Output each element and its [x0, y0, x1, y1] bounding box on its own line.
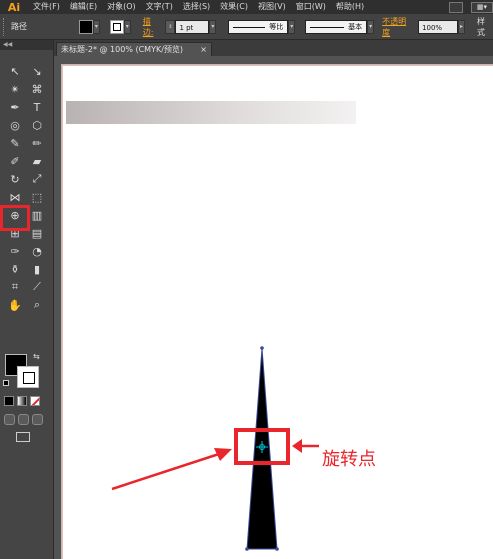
- column-graph-tool-icon[interactable]: ▮: [26, 260, 48, 278]
- menu-bar: Ai 文件(F) 编辑(E) 对象(O) 文字(T) 选择(S) 效果(C) 视…: [0, 0, 493, 14]
- draw-behind-icon[interactable]: [18, 414, 29, 425]
- color-mode-row: [4, 396, 40, 406]
- menu-type[interactable]: 文字(T): [141, 0, 178, 14]
- anchor-point-right[interactable]: [275, 547, 279, 551]
- document-tab[interactable]: 未标题-2* @ 100% (CMYK/预览) ×: [56, 42, 212, 56]
- fill-swatch[interactable]: [78, 19, 93, 34]
- artboard-tool-icon[interactable]: ⌗: [4, 278, 26, 296]
- profile-label: 等比: [269, 22, 284, 31]
- anchor-point-top[interactable]: [260, 346, 264, 350]
- close-icon[interactable]: ×: [200, 43, 207, 56]
- hand-tool-icon[interactable]: ✋: [4, 296, 26, 314]
- menu-edit[interactable]: 编辑(E): [65, 0, 102, 14]
- swap-fill-stroke-icon[interactable]: ⇆: [33, 352, 40, 361]
- toolbox-collapse-icon[interactable]: ◀◀: [0, 40, 53, 50]
- opacity-label[interactable]: 不透明度: [382, 16, 414, 38]
- eraser-tool-icon[interactable]: ▰: [26, 152, 48, 170]
- menu-effect[interactable]: 效果(C): [215, 0, 253, 14]
- draw-normal-icon[interactable]: [4, 414, 15, 425]
- menu-items: 文件(F) 编辑(E) 对象(O) 文字(T) 选择(S) 效果(C) 视图(V…: [28, 0, 369, 14]
- stroke-swatch[interactable]: [109, 19, 124, 34]
- type-tool-icon[interactable]: T: [26, 98, 48, 116]
- anchor-point-left[interactable]: [245, 547, 249, 551]
- magic-wand-tool-icon[interactable]: ✴: [4, 80, 26, 98]
- bridge-icon[interactable]: [449, 1, 463, 13]
- right-arrow-annotation: [292, 439, 319, 453]
- pivot-label: 旋转点: [322, 449, 376, 470]
- document-tab-bar: 未标题-2* @ 100% (CMYK/预览) ×: [54, 40, 493, 56]
- selection-type-label: 路径: [11, 22, 27, 31]
- artwork-layer: [111, 346, 319, 551]
- draw-mode-row: [4, 414, 43, 425]
- pencil-tool-icon[interactable]: ✏: [26, 134, 48, 152]
- width-tool-icon[interactable]: ⋈: [4, 188, 26, 206]
- stroke-label[interactable]: 描边:: [143, 16, 162, 38]
- paintbrush-tool-icon[interactable]: ✎: [4, 134, 26, 152]
- direct-selection-tool-icon[interactable]: ↘: [26, 62, 48, 80]
- none-mode-icon[interactable]: [30, 396, 40, 406]
- draw-inside-icon[interactable]: [32, 414, 43, 425]
- lasso-tool-icon[interactable]: ⌘: [26, 80, 48, 98]
- profile-dropdown-icon[interactable]: ▾: [288, 19, 296, 34]
- eyedropper-tool-icon[interactable]: ✑: [4, 242, 26, 260]
- screen-mode-icon[interactable]: [16, 432, 30, 442]
- opacity-field[interactable]: 100%: [418, 19, 458, 34]
- pen-tool-icon[interactable]: ✒: [4, 98, 26, 116]
- brush-definition[interactable]: 基本: [305, 19, 368, 34]
- menu-right: ▦▾: [449, 0, 493, 14]
- menu-file[interactable]: 文件(F): [28, 0, 65, 14]
- color-mode-icon[interactable]: [4, 396, 14, 406]
- default-colors-icon[interactable]: [3, 380, 9, 386]
- pivot-highlight-box: [234, 428, 290, 465]
- control-bar: 路径 ▾ ▾ 描边: ⇕ 1 pt ▾ 等比 ▾ 基本 ▾ 不透明度 100% …: [0, 14, 493, 40]
- opacity-dropdown-icon[interactable]: ▸: [458, 19, 465, 34]
- menu-window[interactable]: 窗口(W): [291, 0, 331, 14]
- arrange-documents-icon[interactable]: ▦▾: [471, 1, 493, 13]
- style-label: 样式: [476, 16, 485, 37]
- variable-width-profile[interactable]: 等比: [228, 19, 289, 34]
- app-logo: Ai: [7, 0, 21, 14]
- rectangle-tool-icon[interactable]: ⬡: [26, 116, 48, 134]
- stroke-weight-stepper[interactable]: ⇕: [165, 19, 176, 34]
- scale-tool-icon[interactable]: ⤢: [26, 170, 48, 188]
- blend-tool-icon[interactable]: ◔: [26, 242, 48, 260]
- menu-select[interactable]: 选择(S): [178, 0, 215, 14]
- document-tab-title: 未标题-2* @ 100% (CMYK/预览): [61, 45, 184, 54]
- stroke-dropdown-icon[interactable]: ▾: [123, 19, 131, 34]
- free-transform-tool-icon[interactable]: ⬚: [26, 188, 48, 206]
- zoom-tool-icon[interactable]: ⌕: [26, 296, 48, 314]
- control-bar-grip[interactable]: [3, 17, 7, 36]
- gradient-mode-icon[interactable]: [17, 396, 27, 406]
- brush-dropdown-icon[interactable]: ▾: [367, 19, 375, 34]
- rotate-tool-icon[interactable]: ↻: [4, 170, 26, 188]
- stroke-weight-field[interactable]: 1 pt: [175, 19, 210, 34]
- stroke-weight-dropdown-icon[interactable]: ▾: [209, 19, 217, 34]
- menu-view[interactable]: 视图(V): [253, 0, 291, 14]
- blob-brush-tool-icon[interactable]: ✐: [4, 152, 26, 170]
- menu-object[interactable]: 对象(O): [102, 0, 141, 14]
- symbol-sprayer-tool-icon[interactable]: ⚱: [4, 260, 26, 278]
- spiral-tool-icon[interactable]: ◎: [4, 116, 26, 134]
- tool-grid: ↖ ↘ ✴ ⌘ ✒ T ◎ ⬡ ✎ ✏ ✐ ▰ ↻ ⤢ ⋈ ⬚ ⊕ ▥ ⊞ ▤ ✑ ◔ ⚱ ▮ ⌗ ⟋ ✋ ⌕: [4, 62, 48, 314]
- left-arrow-annotation: [111, 448, 232, 491]
- brush-label: 基本: [348, 22, 363, 31]
- menu-help[interactable]: 帮助(H): [331, 0, 369, 14]
- rotate-tool-highlight: [0, 205, 30, 231]
- fill-dropdown-icon[interactable]: ▾: [92, 19, 100, 34]
- stroke-color-box[interactable]: [17, 366, 39, 388]
- selection-tool-icon[interactable]: ↖: [4, 62, 26, 80]
- canvas-area[interactable]: 旋转点: [54, 56, 493, 559]
- artboard[interactable]: 旋转点: [61, 64, 493, 559]
- toolbox: ◀◀ ↖ ↘ ✴ ⌘ ✒ T ◎ ⬡ ✎ ✏ ✐ ▰ ↻ ⤢ ⋈ ⬚ ⊕ ▥ ⊞ ▤ ✑ ◔ ⚱ ▮ ⌗ ⟋ ✋ ⌕ ⇆: [0, 40, 54, 559]
- slice-tool-icon[interactable]: ⟋: [26, 278, 48, 296]
